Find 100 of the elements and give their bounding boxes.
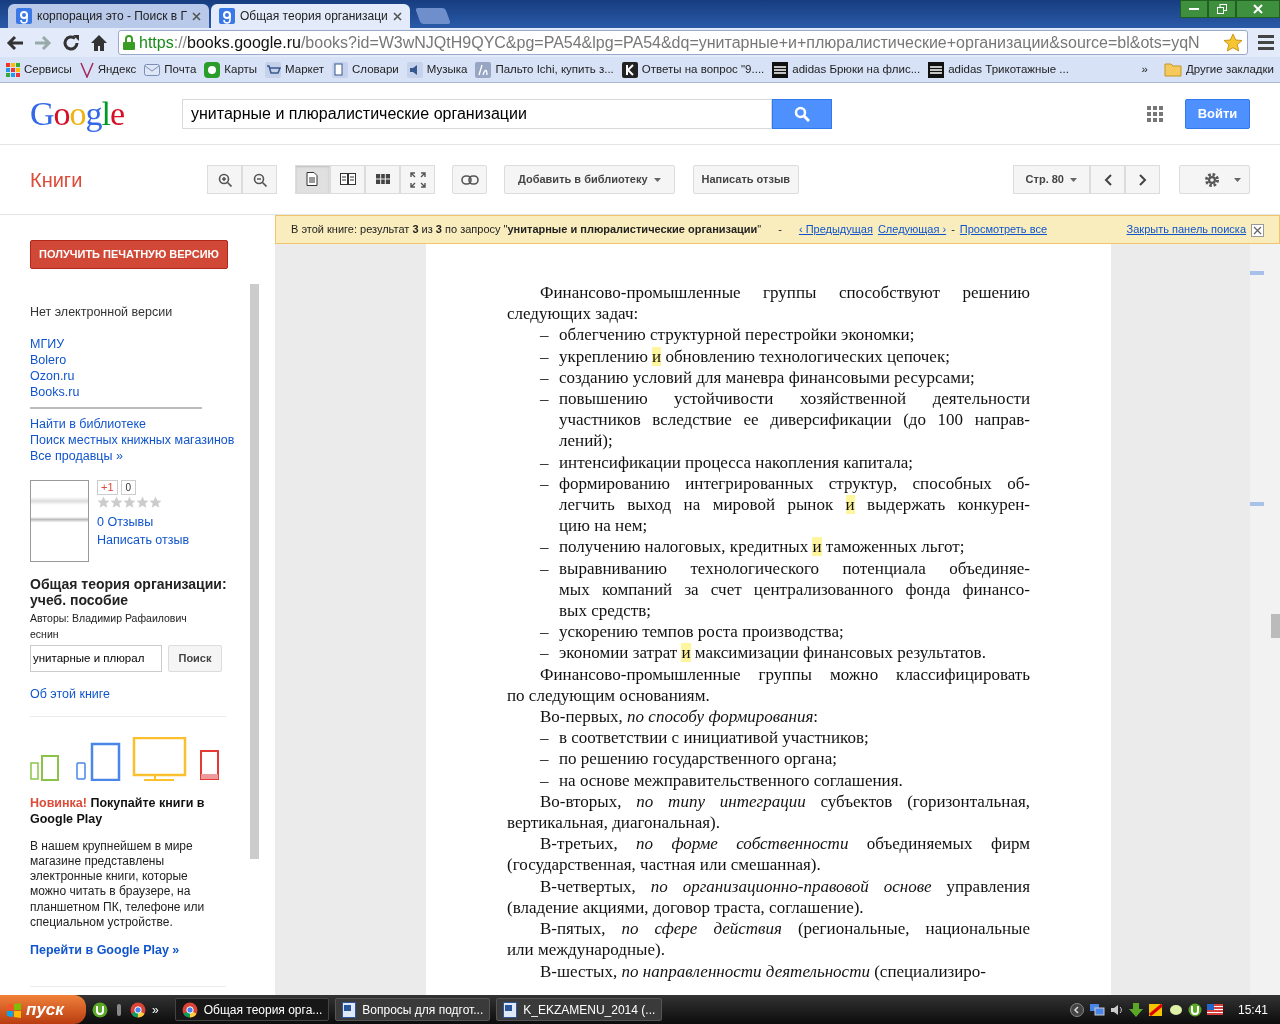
new-tab-button[interactable] [414,8,451,24]
view-all-link[interactable]: Просмотреть все [959,221,1047,238]
search-icon [794,105,810,122]
bookmark[interactable]: Карты [204,60,258,79]
scrollbar-thumb[interactable] [1271,614,1280,638]
reload-icon[interactable] [62,33,80,52]
book-search-button[interactable]: Поиск [168,644,222,672]
search-field[interactable]: унитарные и плюралистические организации [182,98,772,129]
bookmark[interactable]: Музыка [406,60,468,79]
list-item-text: повышению устойчивости хозяйственной деятельности участников вследствие ее диверсификации (до 100 направ- лений); [559,388,1030,452]
download-arrow-icon[interactable] [1128,1002,1143,1017]
reviews-link[interactable]: 0 Отзывы [97,512,190,531]
view-mode-button[interactable] [365,165,400,194]
address-field[interactable]: https://books.google.ru/books?id=W3wNJQtH9QYC&pg=PA54&lpg=PA54&dq=унитарные+и+плюралистические+организации&source=bl&ots=yqN [118,30,1248,55]
minimize-button[interactable] [1180,0,1208,18]
utorrent-icon[interactable] [92,1001,108,1018]
seller-link[interactable]: Ozon.ru [30,367,250,384]
close-icon[interactable] [392,11,402,21]
scrollbar-thumb[interactable] [250,284,259,859]
utorrent-icon[interactable] [1187,1002,1202,1017]
chrome-icon[interactable] [130,1001,146,1018]
close-icon[interactable] [192,11,201,21]
more-bookmarks-button[interactable]: » [1141,60,1148,79]
clock-text: 15:41 [1237,1001,1268,1019]
bookmark-folder[interactable]: Другие закладки [1163,60,1274,79]
zoom-out-button[interactable] [242,165,277,194]
search-button[interactable] [772,98,832,129]
page-dropdown[interactable]: Стр. 80 [1012,165,1090,194]
caret-icon [653,177,661,182]
book-search-field[interactable]: унитарные и плюрал [30,644,162,672]
google-logo[interactable]: Google [30,88,152,139]
seller-link[interactable]: МГИУ [30,335,250,352]
google-play-link[interactable]: Перейти в Google Play » [30,941,250,958]
paragraph-text: Во-первых, по способу формирования: [539,706,820,728]
apps-grid-icon[interactable] [1147,105,1163,122]
envelope-icon [144,62,161,77]
book-cover[interactable] [30,479,89,562]
previous-result-link[interactable]: ‹ Предыдущая [798,221,873,238]
next-page-button[interactable] [1125,165,1160,194]
taskbar-button[interactable]: Вопросы для подгот... [335,998,491,1021]
home-icon[interactable] [90,33,108,52]
zoom-in-button[interactable] [207,165,242,194]
bookmark[interactable]: Маркет [265,60,324,79]
list-dash: – [540,643,549,663]
taskbar-button[interactable]: K_EKZAMENU_2014 (... [496,998,663,1021]
star-icon [149,495,162,509]
close-icon [1253,4,1263,14]
view-mode-button[interactable] [400,165,435,194]
chrome-icon[interactable] [181,1001,198,1018]
add-to-library-button[interactable]: Добавить в библиотеку [504,165,675,194]
sidebar-link[interactable]: Поиск местных книжных магазинов [30,431,250,448]
taskbar-button[interactable]: Общая теория орга... [174,998,330,1021]
bookmark[interactable]: Яндекс [79,60,137,79]
start-button[interactable]: пуск [0,995,86,1024]
books-title[interactable]: Книги [30,164,207,195]
about-book-link[interactable]: Об этой книге [30,685,250,702]
write-review-button[interactable]: Написать отзыв [692,165,800,194]
v-letter-icon [79,61,94,78]
sidebar-link[interactable]: Найти в библиотеке [30,415,250,432]
next-result-link[interactable]: Следующая › [877,221,947,238]
seller-link[interactable]: Bolero [30,351,250,368]
bookmark[interactable]: adidas Трикотажные ... [928,60,1069,79]
bookmark[interactable]: Пальто Ichi, купить з... [475,60,614,79]
menu-icon[interactable] [1258,35,1274,50]
restore-button[interactable] [1208,0,1236,18]
star-icon[interactable] [1223,33,1243,52]
flag-icon[interactable] [1147,1001,1164,1018]
bookmark[interactable]: Ответы на вопрос "9.... [621,60,765,79]
network-icon[interactable] [1088,1002,1105,1017]
bookmark[interactable]: Словари [332,60,399,79]
close-search-panel-link[interactable]: Закрыть панель поиска [1126,221,1246,238]
browser-tab[interactable]: корпорация это - Поиск в Г [8,4,209,28]
write-review-link[interactable]: Написать отзыв [97,530,190,549]
link-button[interactable] [452,165,487,194]
star-icon [123,495,136,509]
list-item-text: созданию условий для маневра финансовыми ресурсами; [559,366,976,388]
more-quicklaunch-button[interactable]: » [152,1000,159,1019]
back-icon[interactable] [6,34,24,51]
restore-icon [1217,4,1227,14]
sidebar-link[interactable]: Все продавцы » [30,447,250,464]
previous-page-button[interactable] [1090,165,1125,194]
bookmark[interactable]: Сервисы [6,60,72,79]
us-flag-icon[interactable] [1206,1004,1223,1015]
bookmark[interactable]: Почта [144,60,197,79]
speaker-icon[interactable] [1109,1002,1124,1017]
fullscreen-icon [409,171,426,188]
settings-button[interactable] [1179,165,1250,194]
close-window-button[interactable] [1236,0,1280,18]
close-icon[interactable] [1251,223,1264,237]
view-mode-button[interactable] [330,165,365,194]
browser-tab[interactable]: Общая теория организаци [211,4,410,28]
chevron-left-icon[interactable] [1069,1002,1084,1017]
list-dash: – [540,473,549,493]
seller-link[interactable]: Books.ru [30,383,250,400]
bookmark[interactable]: adidas Брюки на флис... [772,60,921,79]
plus-one-button[interactable]: +1 [97,479,118,495]
link-icon [460,174,479,185]
buy-print-button[interactable]: ПОЛУЧИТЬ ПЕЧАТНУЮ ВЕРСИЮ [30,240,228,269]
plus-one-count: 0 [120,479,137,495]
book-title: Общая теория организации: учеб. пособие [30,575,228,608]
